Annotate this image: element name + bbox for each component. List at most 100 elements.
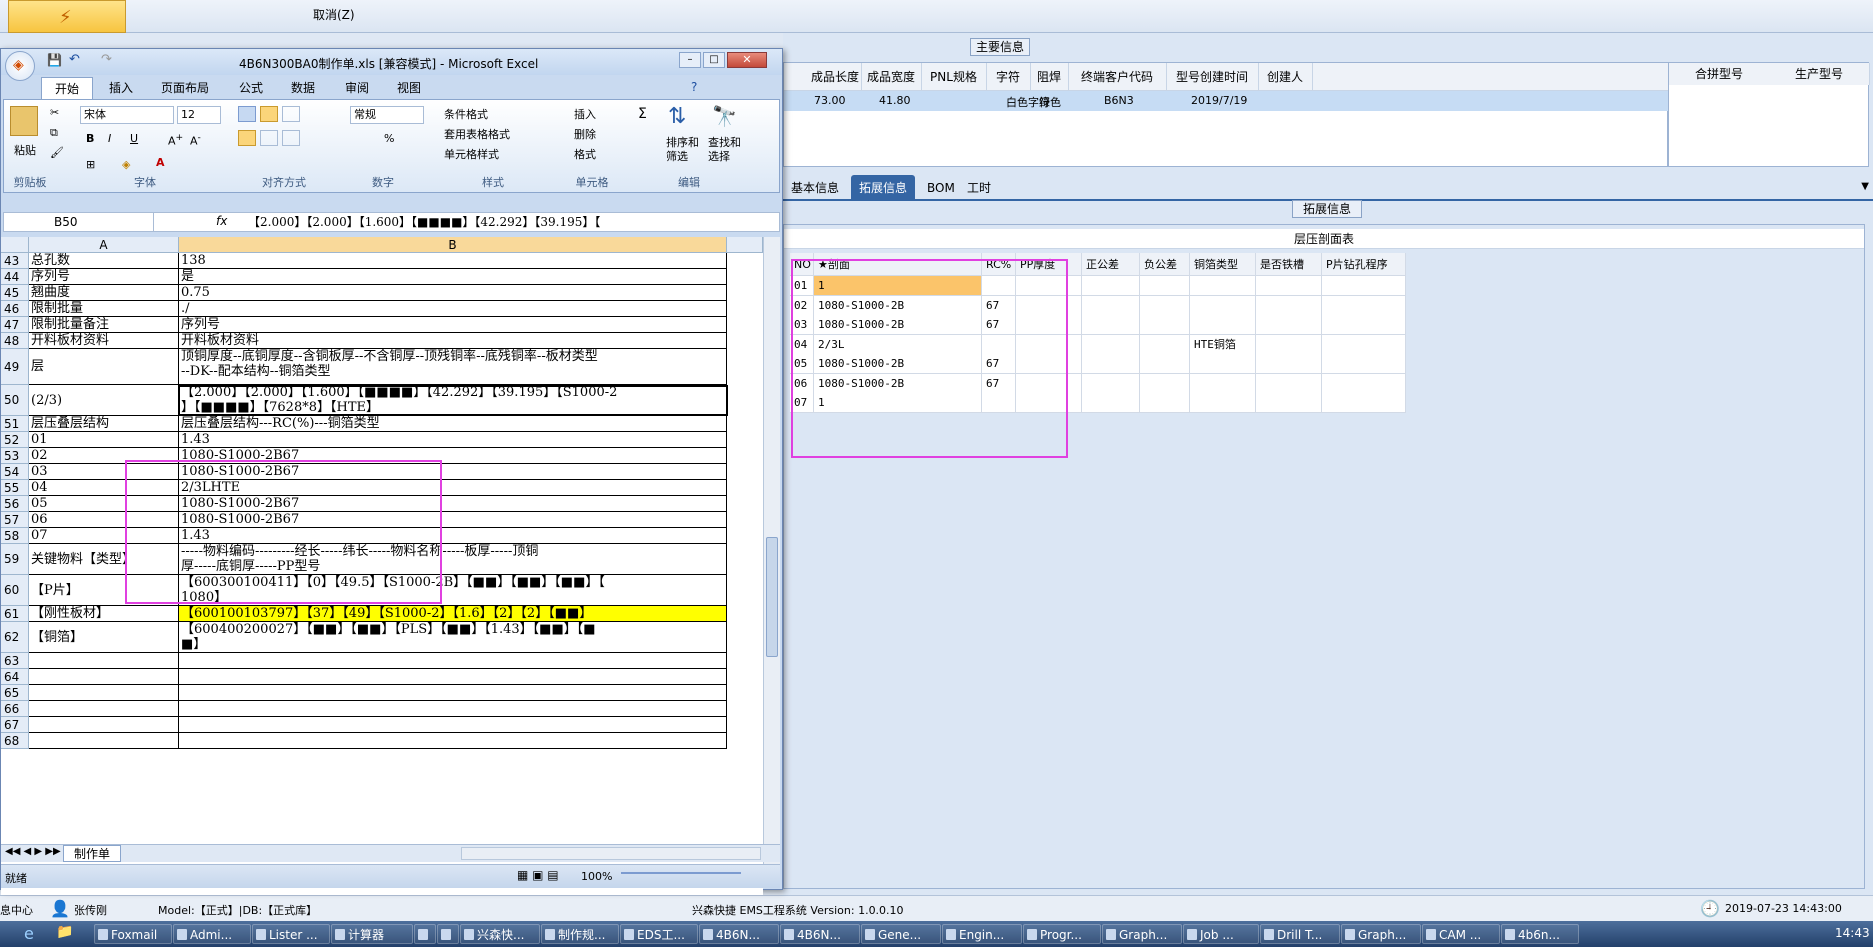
row-header[interactable]: 49 xyxy=(1,349,29,385)
align-right-icon[interactable] xyxy=(282,130,300,146)
sum-icon[interactable]: Σ xyxy=(638,106,647,122)
taskbar-item[interactable]: 兴森快... xyxy=(460,924,540,944)
taskbar-item[interactable]: Admi... xyxy=(173,924,251,944)
taskbar-item[interactable]: EDS工... xyxy=(620,924,698,944)
font-name-select[interactable]: 宋体 xyxy=(80,106,174,124)
row-header[interactable]: 58 xyxy=(1,528,29,544)
taskbar-item[interactable] xyxy=(414,924,436,944)
cell-b[interactable]: 【600100103797】【37】【49】【S1000-2】【1.6】【2】【… xyxy=(179,606,727,622)
taskbar-item[interactable]: Engin... xyxy=(942,924,1022,944)
grid-cell[interactable] xyxy=(1140,354,1190,374)
col-merge-model[interactable]: 合拼型号 xyxy=(1669,63,1770,85)
insert-cell-button[interactable]: 插入 xyxy=(574,106,596,122)
grid-cell[interactable] xyxy=(1322,354,1406,374)
table-format-button[interactable]: 套用表格格式 xyxy=(444,126,510,142)
grid-cell[interactable] xyxy=(1082,354,1140,374)
cell-a[interactable]: (2/3) xyxy=(29,385,179,416)
grid-cell[interactable] xyxy=(1082,334,1140,355)
font-color-icon[interactable]: A xyxy=(156,156,165,169)
col-header-c[interactable] xyxy=(727,237,763,253)
taskbar-item[interactable]: CAM ... xyxy=(1422,924,1500,944)
row-header[interactable]: 59 xyxy=(1,544,29,575)
col-mask[interactable]: 阻焊 xyxy=(1030,63,1069,91)
folder-icon[interactable]: 📁 xyxy=(56,924,73,940)
row-header[interactable]: 46 xyxy=(1,301,29,317)
tab-worktime[interactable]: 工时 xyxy=(959,175,999,201)
cell-a[interactable]: 翘曲度 xyxy=(29,285,179,301)
zoom-slider[interactable] xyxy=(621,872,741,874)
align-bottom-icon[interactable] xyxy=(282,106,300,122)
col-pnl[interactable]: PNL规格 xyxy=(921,63,987,91)
tab-view[interactable]: 视图 xyxy=(397,77,421,99)
cell-b[interactable]: 138 xyxy=(179,253,727,269)
grid-cell[interactable] xyxy=(1082,315,1140,335)
taskbar-item[interactable]: Drill T... xyxy=(1260,924,1340,944)
cell-a[interactable]: 层 xyxy=(29,349,179,385)
row-header[interactable]: 48 xyxy=(1,333,29,349)
find-select-button[interactable]: 查找和选择 xyxy=(708,136,746,164)
col-production-model[interactable]: 生产型号 xyxy=(1769,63,1870,85)
cell-a[interactable] xyxy=(29,669,179,685)
grid-cell[interactable] xyxy=(1140,373,1190,394)
grid-cell[interactable] xyxy=(1190,315,1256,335)
row-header[interactable]: 65 xyxy=(1,685,29,701)
grid-header[interactable]: 正公差 xyxy=(1082,253,1140,276)
cell-b[interactable] xyxy=(179,653,727,669)
grid-cell[interactable] xyxy=(1322,295,1406,316)
cell-a[interactable]: 总孔数 xyxy=(29,253,179,269)
select-all[interactable] xyxy=(1,237,29,253)
grid-cell[interactable] xyxy=(1140,334,1190,355)
grid-cell[interactable] xyxy=(1322,315,1406,335)
tab-insert[interactable]: 插入 xyxy=(109,77,133,99)
close-button[interactable]: ✕ xyxy=(727,52,767,68)
cell-b[interactable] xyxy=(179,733,727,749)
italic-button[interactable]: I xyxy=(108,132,111,145)
row-header[interactable]: 66 xyxy=(1,701,29,717)
row-header[interactable]: 45 xyxy=(1,285,29,301)
scroll-thumb[interactable] xyxy=(766,537,778,657)
taskbar-item[interactable]: 4B6N... xyxy=(699,924,779,944)
cell-b[interactable] xyxy=(179,701,727,717)
zoom-level[interactable]: 100% xyxy=(581,870,612,883)
ie-icon[interactable]: e xyxy=(24,924,34,943)
grid-cell[interactable] xyxy=(1322,334,1406,355)
paste-icon[interactable] xyxy=(10,106,38,136)
grid-cell[interactable] xyxy=(1082,393,1140,413)
tab-basic-info[interactable]: 基本信息 xyxy=(783,175,847,201)
row-header[interactable]: 51 xyxy=(1,416,29,432)
cell-b[interactable]: 层压叠层结构---RC(%)---铜箔类型 xyxy=(179,416,727,432)
col-created-time[interactable]: 型号创建时间 xyxy=(1166,63,1259,91)
grid-cell[interactable] xyxy=(1256,393,1322,413)
grid-cell[interactable] xyxy=(1082,276,1140,296)
col-char[interactable]: 字符 xyxy=(986,63,1031,91)
grid-cell[interactable] xyxy=(1190,295,1256,316)
sort-filter-button[interactable]: 排序和筛选 xyxy=(666,136,704,164)
formula-input[interactable]: 【2.000】【2.000】【1.600】【■■■■】【42.292】【39.1… xyxy=(248,213,748,231)
function-icon[interactable]: fx xyxy=(216,214,227,228)
align-center-icon[interactable] xyxy=(260,130,278,146)
format-cell-button[interactable]: 格式 xyxy=(574,146,596,162)
grid-cell[interactable] xyxy=(1256,334,1322,355)
row-header[interactable]: 57 xyxy=(1,512,29,528)
row-header[interactable]: 60 xyxy=(1,575,29,606)
taskbar-item[interactable]: Lister ... xyxy=(252,924,330,944)
cell-a[interactable]: 开料板材资料 xyxy=(29,333,179,349)
grid-cell[interactable] xyxy=(1190,276,1256,296)
row-header[interactable]: 52 xyxy=(1,432,29,448)
grid-cell[interactable] xyxy=(1256,315,1322,335)
align-middle-icon[interactable] xyxy=(260,106,278,122)
underline-button[interactable]: U xyxy=(130,132,138,145)
cell-a[interactable]: 【铜箔】 xyxy=(29,622,179,653)
excel-title-bar[interactable]: ◈ 💾 ↶ ↷ 4B6N300BA0制作单.xls [兼容模式] - Micro… xyxy=(1,49,782,81)
minimize-button[interactable]: – xyxy=(679,52,701,68)
cell-a[interactable]: 01 xyxy=(29,432,179,448)
row-header[interactable]: 53 xyxy=(1,448,29,464)
row-header[interactable]: 64 xyxy=(1,669,29,685)
grid-cell[interactable] xyxy=(1322,393,1406,413)
cell-b[interactable] xyxy=(179,717,727,733)
fill-color-icon[interactable]: ◈ xyxy=(122,158,130,171)
tab-review[interactable]: 审阅 xyxy=(345,77,369,99)
bold-button[interactable]: B xyxy=(86,132,94,145)
maximize-button[interactable]: □ xyxy=(703,52,725,68)
grid-cell[interactable] xyxy=(1190,393,1256,413)
